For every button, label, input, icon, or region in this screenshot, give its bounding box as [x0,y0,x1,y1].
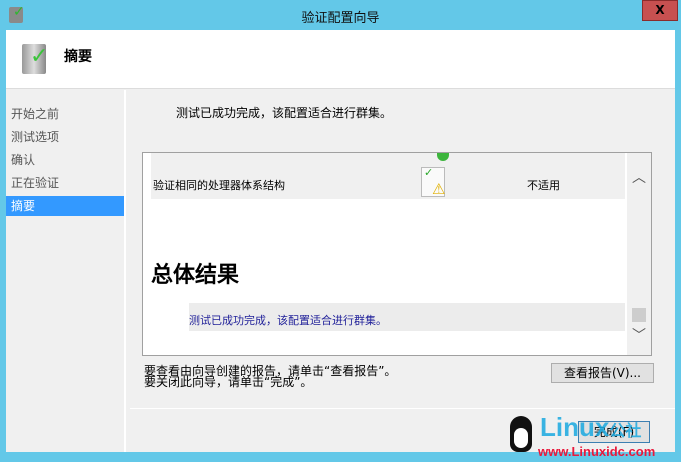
step-summary: 摘要 [6,196,124,216]
close-hint: 要关闭此向导，请单击“完成”。 [144,375,313,389]
watermark-title: Linux公社 [540,412,642,442]
success-icon [437,153,449,161]
watermark-logo: www.Linuxidc.com Linux公社 [508,410,678,460]
wizard-steps: 开始之前 测试选项 确认 正在验证 摘要 [6,90,126,452]
overall-results-heading: 总体结果 [151,262,240,288]
title-bar: ✓ 验证配置向导 X [0,0,681,30]
step-testing-options: 测试选项 [11,130,60,144]
vertical-scrollbar[interactable]: ︿ ﹀ [627,153,651,355]
footer-divider [130,408,675,409]
intro-text: 测试已成功完成，该配置适合进行群集。 [176,106,393,120]
window-title: 验证配置向导 [301,11,380,26]
overall-result-box: 测试已成功完成，该配置适合进行群集。 [189,303,625,331]
step-confirmation: 确认 [11,153,36,167]
warning-report-icon: ✓ ⚠ [421,166,445,198]
view-report-button[interactable]: 查看报告(V)... [551,363,654,383]
watermark-url: www.Linuxidc.com [538,444,656,459]
wizard-header: ✓ 摘要 [6,30,675,89]
page-title: 摘要 [64,49,92,65]
report-row: 验证相同的处理器体系结构 ✓ ⚠ 不适用 [151,153,625,199]
step-before-you-begin: 开始之前 [11,107,60,121]
penguin-icon [510,416,532,452]
step-validating: 正在验证 [11,176,60,190]
scrollbar-thumb[interactable] [632,308,646,322]
cluster-validate-icon: ✓ [22,44,48,74]
close-button[interactable]: X [642,0,678,21]
scroll-up-icon[interactable]: ︿ [632,167,646,187]
report-view[interactable]: 验证相同的处理器体系结构 ✓ ⚠ 不适用 总体结果 测试已成功完成，该配置适合进行… [142,152,652,356]
scroll-down-icon[interactable]: ﹀ [632,325,646,345]
test-result: 不适用 [527,179,560,192]
test-name: 验证相同的处理器体系结构 [153,179,285,192]
overall-result-text: 测试已成功完成，该配置适合进行群集。 [189,314,387,327]
